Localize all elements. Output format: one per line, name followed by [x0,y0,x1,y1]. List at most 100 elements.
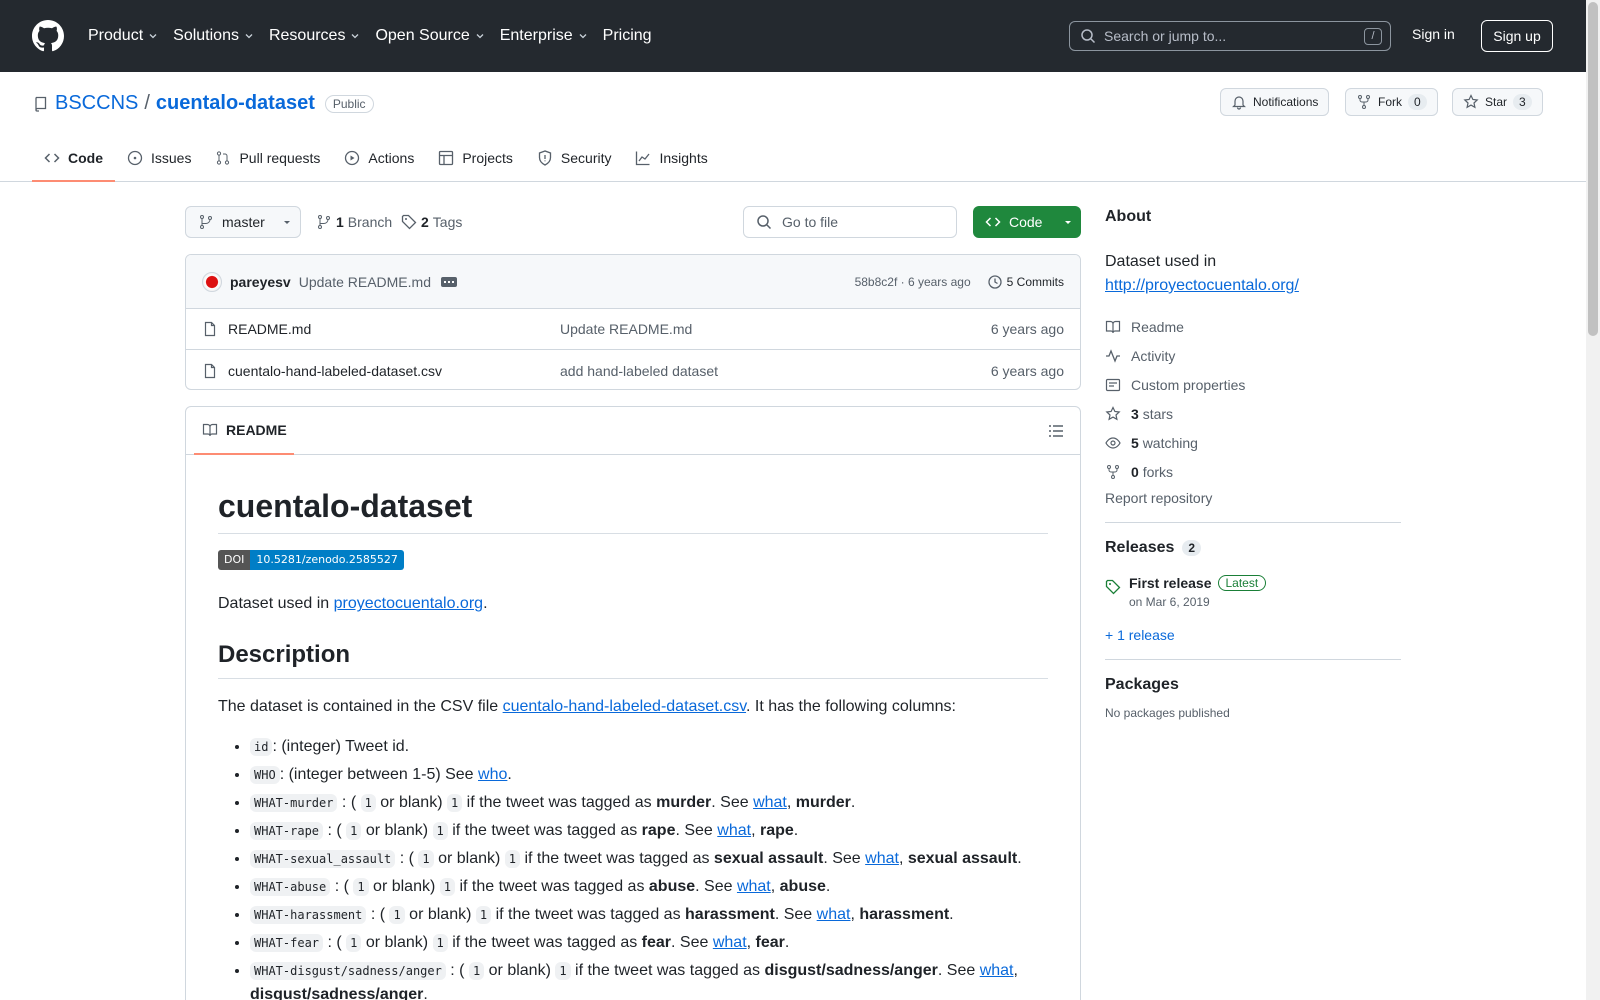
doi-badge-label: DOI [218,550,251,571]
report-repository-link[interactable]: Report repository [1105,490,1401,506]
sign-up-button[interactable]: Sign up [1481,20,1553,52]
value-code: 1 [432,822,448,841]
nav-product[interactable]: Product [88,27,159,45]
sidebar-item-watching[interactable]: 5 watching [1105,428,1401,457]
pull-request-icon [217,151,230,165]
nav-resources[interactable]: Resources [269,27,361,45]
what-link[interactable]: what [817,906,851,923]
sidebar-item-stars[interactable]: 3 stars [1105,399,1401,428]
packages-heading[interactable]: Packages [1105,676,1401,694]
file-commit-message[interactable]: add hand-labeled dataset [560,363,718,379]
file-commit-message[interactable]: Update README.md [560,321,692,337]
sidebar-item-activity[interactable]: Activity [1105,341,1401,370]
what-link[interactable]: what [980,962,1014,979]
what-link[interactable]: what [717,822,751,839]
branch-selector[interactable]: master [185,206,301,238]
releases-heading[interactable]: Releases 2 [1105,539,1401,557]
more-releases-link[interactable]: + 1 release [1105,627,1401,643]
repo-icon [35,96,47,112]
what-link[interactable]: what [713,934,747,951]
file-name[interactable]: README.md [228,321,311,337]
tab-security[interactable]: Security [525,144,624,182]
branches-link[interactable]: 1 Branch [316,214,392,230]
tag-label: Tags [432,214,463,230]
readme-tab[interactable]: README [194,407,294,455]
homepage-link[interactable]: http://proyectocuentalo.org/ [1105,277,1299,294]
page-scrollbar[interactable] [1586,0,1600,1000]
see-text: See [946,962,976,980]
stars-count: 3 [1131,405,1139,422]
file-name[interactable]: cuentalo-hand-labeled-dataset.csv [228,363,442,379]
no-packages-text: No packages published [1105,706,1230,720]
columns-list: id: (integer) Tweet id. WHO: (integer be… [218,735,1048,1000]
what-link[interactable]: what [753,794,787,811]
file-row[interactable]: README.md Update README.md 6 years ago [186,309,1080,350]
nav-label: Enterprise [499,27,573,44]
who-link[interactable]: who [478,766,507,783]
commit-message[interactable]: Update README.md [299,274,431,290]
branch-count: 1 [336,214,344,230]
nav-enterprise[interactable]: Enterprise [500,27,589,45]
branch-icon [318,215,330,229]
tab-projects[interactable]: Projects [426,144,525,182]
doi-badge[interactable]: DOI 10.5281/zenodo.2585527 [218,550,404,571]
scrollbar-thumb[interactable] [1588,2,1598,336]
sidebar-item-custom-properties[interactable]: Custom properties [1105,370,1401,399]
release-item[interactable]: First release Latest on Mar 6, 2019 [1105,575,1401,609]
nav-open-source[interactable]: Open Source [375,27,485,45]
repo-name-link[interactable]: cuentalo-dataset [156,92,315,115]
tab-actions[interactable]: Actions [332,144,426,182]
csv-file-link[interactable]: cuentalo-hand-labeled-dataset.csv [503,698,746,715]
value-code: 1 [446,794,463,813]
term: disgust/sadness/anger [764,962,938,980]
intro-link[interactable]: proyectocuentalo.org [334,595,483,612]
value-code: 1 [418,850,434,869]
or-blank: or blank) [438,850,501,868]
tab-insights[interactable]: Insights [623,144,719,182]
tab-pull-requests[interactable]: Pull requests [203,144,332,182]
eye-icon [1105,436,1121,449]
tags-link[interactable]: 2 Tags [401,214,462,230]
description-heading: Description [218,640,1048,680]
commit-author[interactable]: pareyesv [230,274,291,290]
tagged-text: if the tweet was tagged as [575,962,761,980]
sign-in-link[interactable]: Sign in [1412,26,1455,42]
nav-label: Solutions [173,27,239,44]
avatar[interactable] [202,271,222,292]
go-to-file-input[interactable]: Go to file [743,206,957,238]
release-title[interactable]: First release [1129,575,1212,591]
commits-link[interactable]: 5 Commits [987,274,1064,290]
sidebar-item-forks[interactable]: 0 forks [1105,457,1401,486]
tab-code[interactable]: Code [32,144,115,182]
commit-hash-time[interactable]: 58b8c2f · 6 years ago [855,275,971,289]
about-heading: About [1105,208,1152,225]
outline-list-icon[interactable] [1048,423,1064,439]
nav-pricing[interactable]: Pricing [603,27,652,45]
search-icon [1081,29,1096,44]
nav-label: Open Source [375,27,470,44]
tagged-text: if the tweet was tagged as [459,878,645,896]
global-search-input[interactable]: Search or jump to... / [1069,21,1391,51]
star-button[interactable]: Star 3 [1452,88,1543,116]
tab-issues[interactable]: Issues [115,144,203,182]
tag-icon [401,214,417,230]
what-link[interactable]: what [865,850,899,867]
tab-label: Projects [462,150,513,166]
visibility-badge: Public [324,94,374,113]
repo-owner-link[interactable]: BSCCNS [55,92,138,115]
column-desc: : (integer between 1-5) See [279,766,474,784]
notifications-button[interactable]: Notifications [1220,88,1330,116]
nav-solutions[interactable]: Solutions [173,27,255,45]
github-logo-icon[interactable] [32,20,64,52]
tab-label: Issues [151,150,192,166]
code-dropdown-button[interactable]: Code [973,206,1081,238]
fork-button[interactable]: Fork 0 [1345,88,1438,116]
expand-commit-button[interactable] [441,276,457,287]
sidebar-item-readme[interactable]: Readme [1105,312,1401,341]
what-link[interactable]: what [737,878,771,895]
top-nav: Product Solutions Resources Open Source … [88,0,666,72]
list-item: id: (integer) Tweet id. [250,735,1048,759]
file-row[interactable]: cuentalo-hand-labeled-dataset.csv add ha… [186,350,1080,389]
tagged-text: if the tweet was tagged as [452,822,638,840]
shield-icon [538,150,552,166]
